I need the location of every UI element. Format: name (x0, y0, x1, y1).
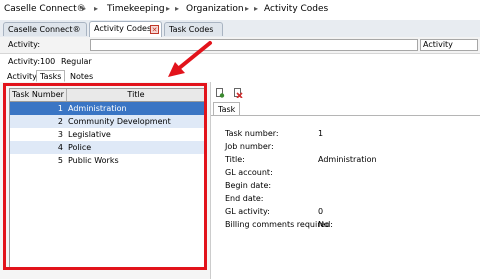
detail-toolbar (215, 88, 255, 100)
tab-task[interactable]: Task (213, 102, 241, 116)
tab-label: Caselle Connect® (8, 25, 81, 34)
task-number-cell: 4 (57, 143, 63, 152)
column-header-title[interactable]: Title (67, 89, 205, 101)
activity-search-bar: Activity: Activity (0, 37, 480, 54)
breadcrumb-separator-icon: ▸ (175, 4, 180, 13)
table-header: Task Number Title (10, 89, 205, 102)
breadcrumb-separator-icon: ▸ (94, 4, 99, 13)
breadcrumb-organization[interactable]: Organization (186, 4, 244, 14)
summary-code: 100 (40, 57, 56, 66)
field-label-job-number: Job number: (225, 142, 274, 151)
field-label-end-date: End date: (225, 194, 264, 203)
table-row[interactable]: 3 Legislative (10, 128, 205, 141)
tab-caselle-connect[interactable]: Caselle Connect® (3, 22, 87, 36)
task-detail-pane: Task Task number: 1 Job number: Title: A… (210, 82, 480, 279)
field-label-task-number: Task number: (225, 129, 279, 138)
tab-divider (211, 115, 480, 116)
breadcrumb-separator-icon: ▸ (254, 4, 259, 13)
task-number-cell: 1 (57, 104, 63, 113)
task-table[interactable]: Task Number Title 1 Administration 2 Com… (9, 88, 206, 269)
close-icon[interactable]: ✕ (150, 25, 159, 34)
field-label-gl-activity: GL activity: (225, 207, 270, 216)
tab-tasks[interactable]: Tasks (36, 70, 66, 82)
field-value-task-number: 1 (318, 129, 324, 138)
tab-activity-codes[interactable]: Activity Codes ✕ (89, 21, 162, 37)
task-number-cell: 2 (57, 117, 63, 126)
table-row[interactable]: 2 Community Development (10, 115, 205, 128)
task-title-cell: Public Works (68, 156, 119, 165)
breadcrumb: Caselle Connect® ▸ ▸ Timekeeping ▸ ▸ Org… (0, 0, 480, 20)
tab-task-codes[interactable]: Task Codes (164, 22, 223, 36)
summary-name: Regular (61, 57, 92, 66)
activity-dropdown[interactable]: Activity (420, 39, 478, 51)
delete-icon[interactable] (233, 88, 243, 99)
field-label-gl-account: GL account: (225, 168, 273, 177)
new-icon[interactable] (215, 88, 225, 98)
tab-notes[interactable]: Notes (66, 70, 97, 82)
table-row[interactable]: 4 Police (10, 141, 205, 154)
field-value-billing-comments: No (318, 220, 329, 229)
activity-summary: Activity: 100 Regular (0, 56, 480, 68)
document-tab-bar: Caselle Connect® Activity Codes ✕ Task C… (0, 20, 480, 38)
task-number-cell: 5 (57, 156, 63, 165)
task-title-cell: Police (68, 143, 92, 152)
breadcrumb-timekeeping[interactable]: Timekeeping (107, 4, 165, 14)
breadcrumb-caselle-connect[interactable]: Caselle Connect® (4, 4, 86, 14)
table-row[interactable]: 5 Public Works (10, 154, 205, 167)
field-label-billing-comments: Billing comments required: (225, 220, 334, 229)
breadcrumb-separator-icon: ▸ (166, 4, 171, 13)
breadcrumb-separator-icon: ▸ (82, 4, 87, 13)
field-label-title: Title: (225, 155, 245, 164)
activity-input[interactable] (90, 39, 418, 51)
field-label-begin-date: Begin date: (225, 181, 272, 190)
summary-label: Activity: (8, 57, 41, 66)
task-title-cell: Community Development (68, 117, 171, 126)
task-title-cell: Legislative (68, 130, 111, 139)
breadcrumb-activity-codes[interactable]: Activity Codes (264, 4, 328, 14)
annotation-arrow-icon (168, 41, 212, 77)
table-row[interactable]: 1 Administration (10, 102, 205, 115)
activity-dropdown-value: Activity (423, 40, 453, 49)
tab-label: Activity Codes (94, 24, 152, 33)
task-title-cell: Administration (68, 104, 127, 113)
task-number-cell: 3 (57, 130, 63, 139)
column-header-task-number[interactable]: Task Number (10, 89, 67, 101)
tab-label: Task Codes (169, 25, 214, 34)
field-value-gl-activity: 0 (318, 207, 324, 216)
activity-label: Activity: (8, 40, 41, 49)
field-value-title: Administration (318, 155, 377, 164)
breadcrumb-separator-icon: ▸ (245, 4, 250, 13)
sub-tab-bar: Activity Tasks Notes (0, 68, 480, 83)
